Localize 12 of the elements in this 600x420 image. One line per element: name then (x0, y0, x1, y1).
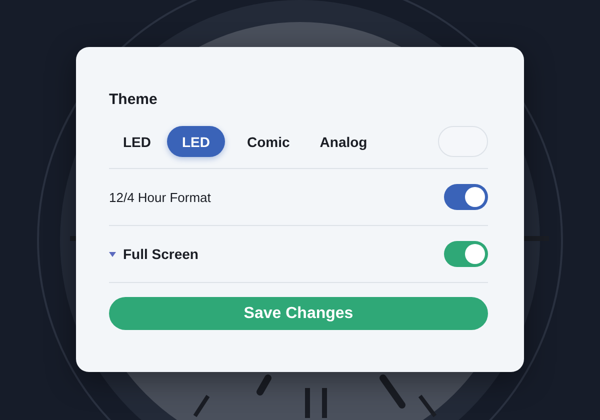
setting-label: Full Screen (123, 246, 198, 262)
setting-label: 12/4 Hour Format (109, 190, 211, 204)
toggle-switch[interactable] (444, 241, 488, 267)
theme-option[interactable]: Analog (306, 126, 382, 157)
theme-option[interactable]: LED (167, 126, 225, 157)
theme-option[interactable]: Comic (233, 126, 304, 157)
theme-option[interactable]: LED (109, 126, 165, 157)
toggle-knob (465, 187, 485, 207)
toggle-switch[interactable] (444, 184, 488, 210)
toggle-knob (465, 244, 485, 264)
caret-icon[interactable] (109, 252, 116, 256)
section-title: Theme (109, 91, 158, 108)
